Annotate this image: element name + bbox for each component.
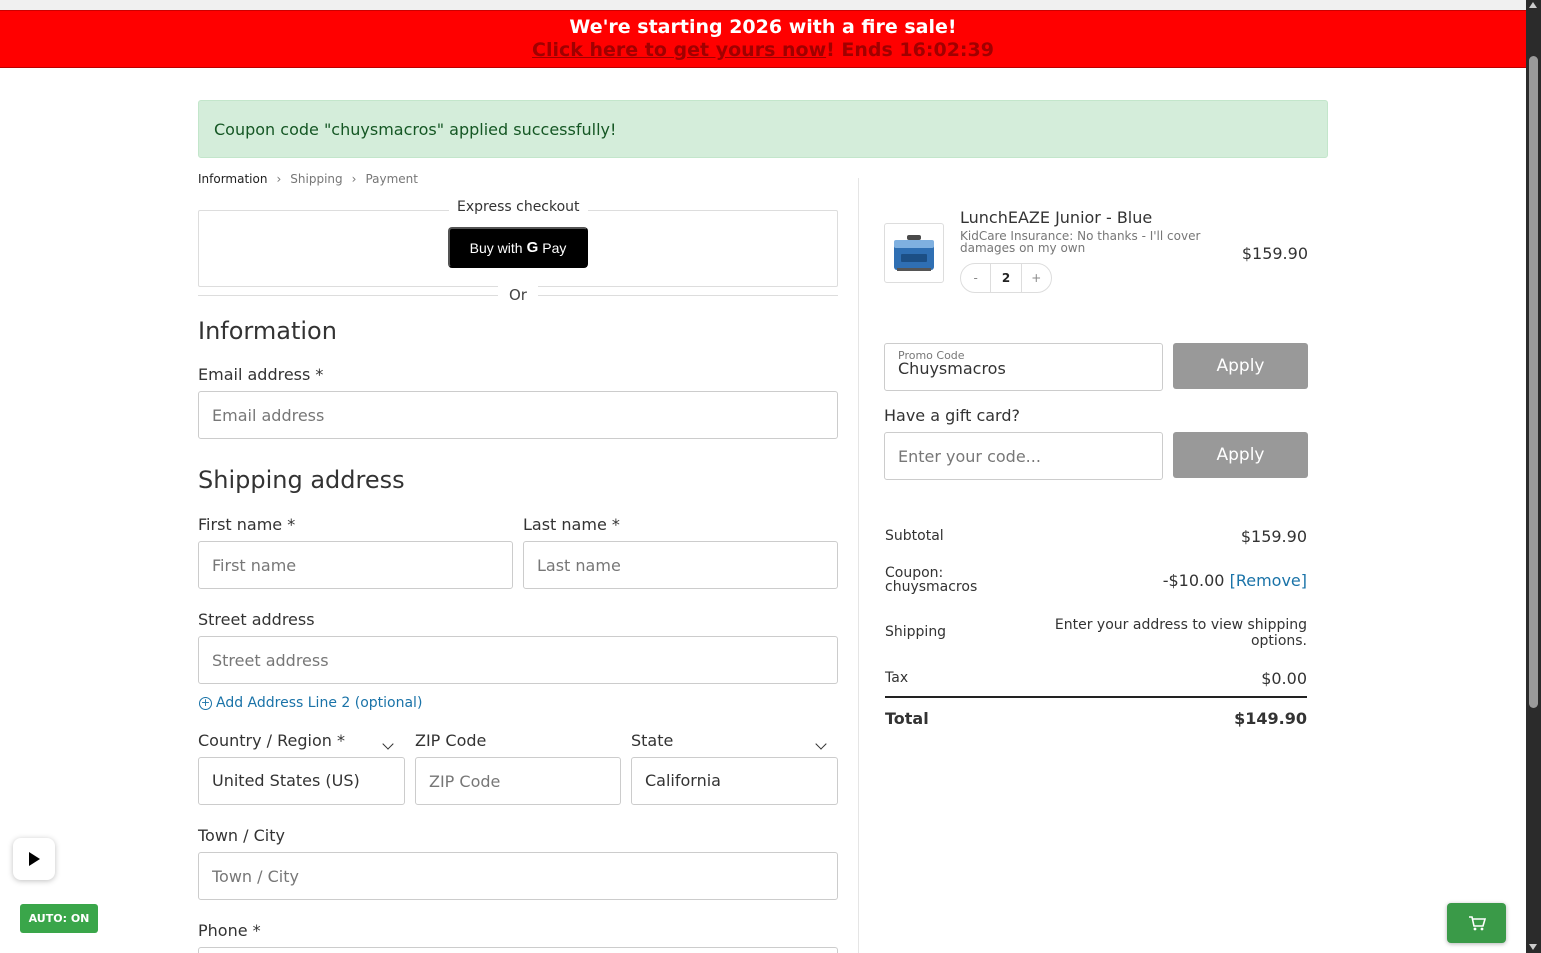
total-value: $149.90 <box>1234 709 1307 728</box>
street-address-input[interactable] <box>198 636 838 684</box>
qty-increase-button[interactable]: + <box>1022 271 1051 285</box>
cart-icon <box>1469 916 1487 931</box>
total-label: Total <box>885 709 929 728</box>
auto-toggle[interactable]: AUTO: ON <box>20 904 98 933</box>
chevron-right-icon: › <box>351 172 357 186</box>
column-divider <box>858 178 859 953</box>
banner-headline: We're starting 2026 with a fire sale! <box>569 16 957 38</box>
add-address-line2-label: Add Address Line 2 (optional) <box>216 695 423 711</box>
remove-coupon-link[interactable]: [Remove] <box>1230 571 1307 590</box>
banner-line2: Click here to get yours now! Ends 16:02:… <box>0 39 1526 62</box>
shipping-address-heading: Shipping address <box>198 466 405 494</box>
gift-card-label: Have a gift card? <box>884 406 1020 425</box>
gpay-suffix: Pay <box>542 239 567 256</box>
scrollbar-thumb[interactable] <box>1529 56 1538 708</box>
scroll-up-icon[interactable] <box>1529 2 1537 8</box>
product-name: LunchEAZE Junior - Blue <box>960 208 1153 227</box>
state-label: State <box>631 731 674 750</box>
quantity-stepper: - 2 + <box>960 263 1052 293</box>
subtotal-label: Subtotal <box>885 528 944 544</box>
coupon-value-group: -$10.00 [Remove] <box>1163 571 1307 590</box>
apply-promo-button[interactable]: Apply <box>1173 343 1308 389</box>
apply-gift-card-button[interactable]: Apply <box>1173 432 1308 478</box>
last-name-label: Last name * <box>523 515 620 534</box>
city-input[interactable] <box>198 852 838 900</box>
banner-link[interactable]: Click here to get yours now <box>532 39 826 61</box>
banner-countdown: ! Ends 16:02:39 <box>826 39 994 61</box>
total-divider <box>885 696 1307 698</box>
city-label: Town / City <box>198 826 285 845</box>
state-select[interactable]: California <box>631 757 838 805</box>
plus-circle-icon: + <box>199 695 212 710</box>
country-label: Country / Region * <box>198 731 345 750</box>
breadcrumb-payment[interactable]: Payment <box>365 172 418 186</box>
page-scrollbar[interactable] <box>1526 0 1541 953</box>
express-checkout-label: Express checkout <box>449 199 588 215</box>
chevron-right-icon: › <box>276 172 282 186</box>
play-icon <box>29 852 40 866</box>
information-heading: Information <box>198 317 337 345</box>
gpay-prefix: Buy with <box>469 239 523 256</box>
email-input[interactable] <box>198 391 838 439</box>
phone-label: Phone * <box>198 921 261 940</box>
qty-value[interactable]: 2 <box>990 264 1022 292</box>
breadcrumb-information[interactable]: Information <box>198 172 267 186</box>
or-label: Or <box>498 286 538 304</box>
cart-button[interactable] <box>1447 903 1506 943</box>
phone-input[interactable] <box>198 947 838 953</box>
chevron-down-icon <box>815 738 827 750</box>
tax-value: $0.00 <box>1261 669 1307 688</box>
first-name-input[interactable] <box>198 541 513 589</box>
play-button[interactable] <box>13 838 55 880</box>
tax-row: Tax $0.00 <box>885 669 1307 690</box>
street-address-label: Street address <box>198 610 315 629</box>
qty-decrease-button[interactable]: - <box>961 271 990 285</box>
add-address-line2-link[interactable]: + Add Address Line 2 (optional) <box>199 695 422 711</box>
product-option: KidCare Insurance: No thanks - I'll cove… <box>960 229 1201 255</box>
chevron-down-icon <box>382 738 394 750</box>
breadcrumb: Information › Shipping › Payment <box>198 172 418 186</box>
browser-top-strip <box>0 0 1526 10</box>
zip-label: ZIP Code <box>415 731 487 750</box>
subtotal-row: Subtotal $159.90 <box>885 527 1307 548</box>
country-select[interactable]: United States (US) <box>198 757 405 805</box>
promo-code-field[interactable]: Promo Code Chuysmacros <box>884 343 1163 391</box>
promo-code-value: Chuysmacros <box>898 359 1006 378</box>
last-name-input[interactable] <box>523 541 838 589</box>
breadcrumb-shipping[interactable]: Shipping <box>290 172 342 186</box>
gift-card-input[interactable] <box>884 432 1163 480</box>
google-pay-button[interactable]: Buy with G Pay <box>448 227 588 268</box>
google-g-icon: G <box>526 239 539 256</box>
product-price: $159.90 <box>1241 244 1308 263</box>
promo-banner: We're starting 2026 with a fire sale! Cl… <box>0 10 1526 68</box>
tax-label: Tax <box>885 670 909 686</box>
scroll-down-icon[interactable] <box>1529 944 1537 950</box>
product-thumbnail <box>884 223 944 283</box>
shipping-row: Shipping Enter your address to view ship… <box>885 617 1307 653</box>
total-row: Total $149.90 <box>885 709 1307 731</box>
zip-input[interactable] <box>415 757 621 805</box>
coupon-discount: -$10.00 <box>1162 571 1225 590</box>
email-label: Email address * <box>198 365 324 384</box>
shipping-value: Enter your address to view shipping opti… <box>1054 617 1307 649</box>
shipping-label: Shipping <box>885 624 947 640</box>
coupon-label: Coupon: chuysmacros <box>885 565 978 595</box>
subtotal-value: $159.90 <box>1240 527 1307 546</box>
coupon-row: Coupon: chuysmacros -$10.00 [Remove] <box>885 566 1307 598</box>
coupon-success-notice: Coupon code "chuysmacros" applied succes… <box>198 100 1328 158</box>
first-name-label: First name * <box>198 515 296 534</box>
lunchbox-image <box>894 235 934 271</box>
